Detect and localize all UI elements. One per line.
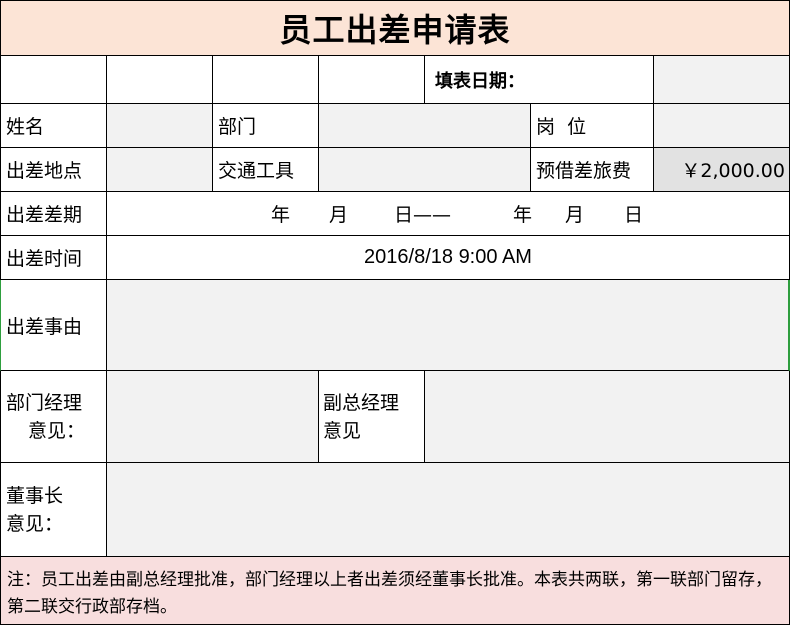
vice-manager-label-line1: 副总经理 xyxy=(323,391,400,414)
period-year-end: 年 xyxy=(513,204,533,226)
dept-field[interactable] xyxy=(319,104,531,148)
advance-amount-field[interactable]: ￥2,000.00 xyxy=(654,148,790,192)
blank-cell[interactable] xyxy=(319,56,425,104)
name-label: 姓名 xyxy=(0,104,107,148)
chairman-label-line1: 董事长 xyxy=(6,484,64,507)
period-label: 出差差期 xyxy=(0,192,107,236)
location-label: 出差地点 xyxy=(0,148,107,192)
blank-cell[interactable] xyxy=(0,56,107,104)
fill-date-label: 填表日期： xyxy=(425,56,654,104)
dept-manager-label-line2: 意见： xyxy=(28,419,86,442)
vice-manager-opinion-field[interactable] xyxy=(425,371,790,463)
reason-label: 出差事由 xyxy=(0,280,107,371)
dept-manager-opinion-field[interactable] xyxy=(107,371,319,463)
period-year-start: 年 xyxy=(271,204,291,226)
position-field[interactable] xyxy=(654,104,790,148)
period-month-end: 月 xyxy=(565,204,585,226)
vice-manager-label-line2: 意见 xyxy=(323,419,362,442)
transport-field[interactable] xyxy=(319,148,531,192)
time-label: 出差时间 xyxy=(0,236,107,280)
fill-date-field[interactable] xyxy=(654,56,790,104)
chairman-label-line2: 意见： xyxy=(6,512,64,535)
chairman-opinion-field[interactable] xyxy=(107,463,790,557)
dept-manager-label: 部门经理 意见： xyxy=(0,371,107,463)
name-field[interactable] xyxy=(107,104,213,148)
form-title: 员工出差申请表 xyxy=(0,0,790,56)
dept-manager-label-line1: 部门经理 xyxy=(6,391,83,414)
advance-label: 预借差旅费 xyxy=(531,148,654,192)
period-day-start: 日—— xyxy=(394,204,452,226)
blank-cell[interactable] xyxy=(213,56,319,104)
period-field[interactable]: 年 月 日—— 年 月 日 xyxy=(107,192,790,236)
location-field[interactable] xyxy=(107,148,213,192)
vice-manager-label: 副总经理 意见 xyxy=(319,371,425,463)
form-note: 注：员工出差由副总经理批准，部门经理以上者出差须经董事长批准。本表共两联，第一联… xyxy=(0,557,790,625)
reason-field[interactable] xyxy=(107,280,790,371)
dept-label: 部门 xyxy=(213,104,319,148)
time-field[interactable]: 2016/8/18 9:00 AM xyxy=(107,236,790,280)
chairman-label: 董事长 意见： xyxy=(0,463,107,557)
period-day-end: 日 xyxy=(624,204,644,226)
blank-cell[interactable] xyxy=(107,56,213,104)
transport-label: 交通工具 xyxy=(213,148,319,192)
position-label: 岗 位 xyxy=(531,104,654,148)
period-month-start: 月 xyxy=(329,204,349,226)
